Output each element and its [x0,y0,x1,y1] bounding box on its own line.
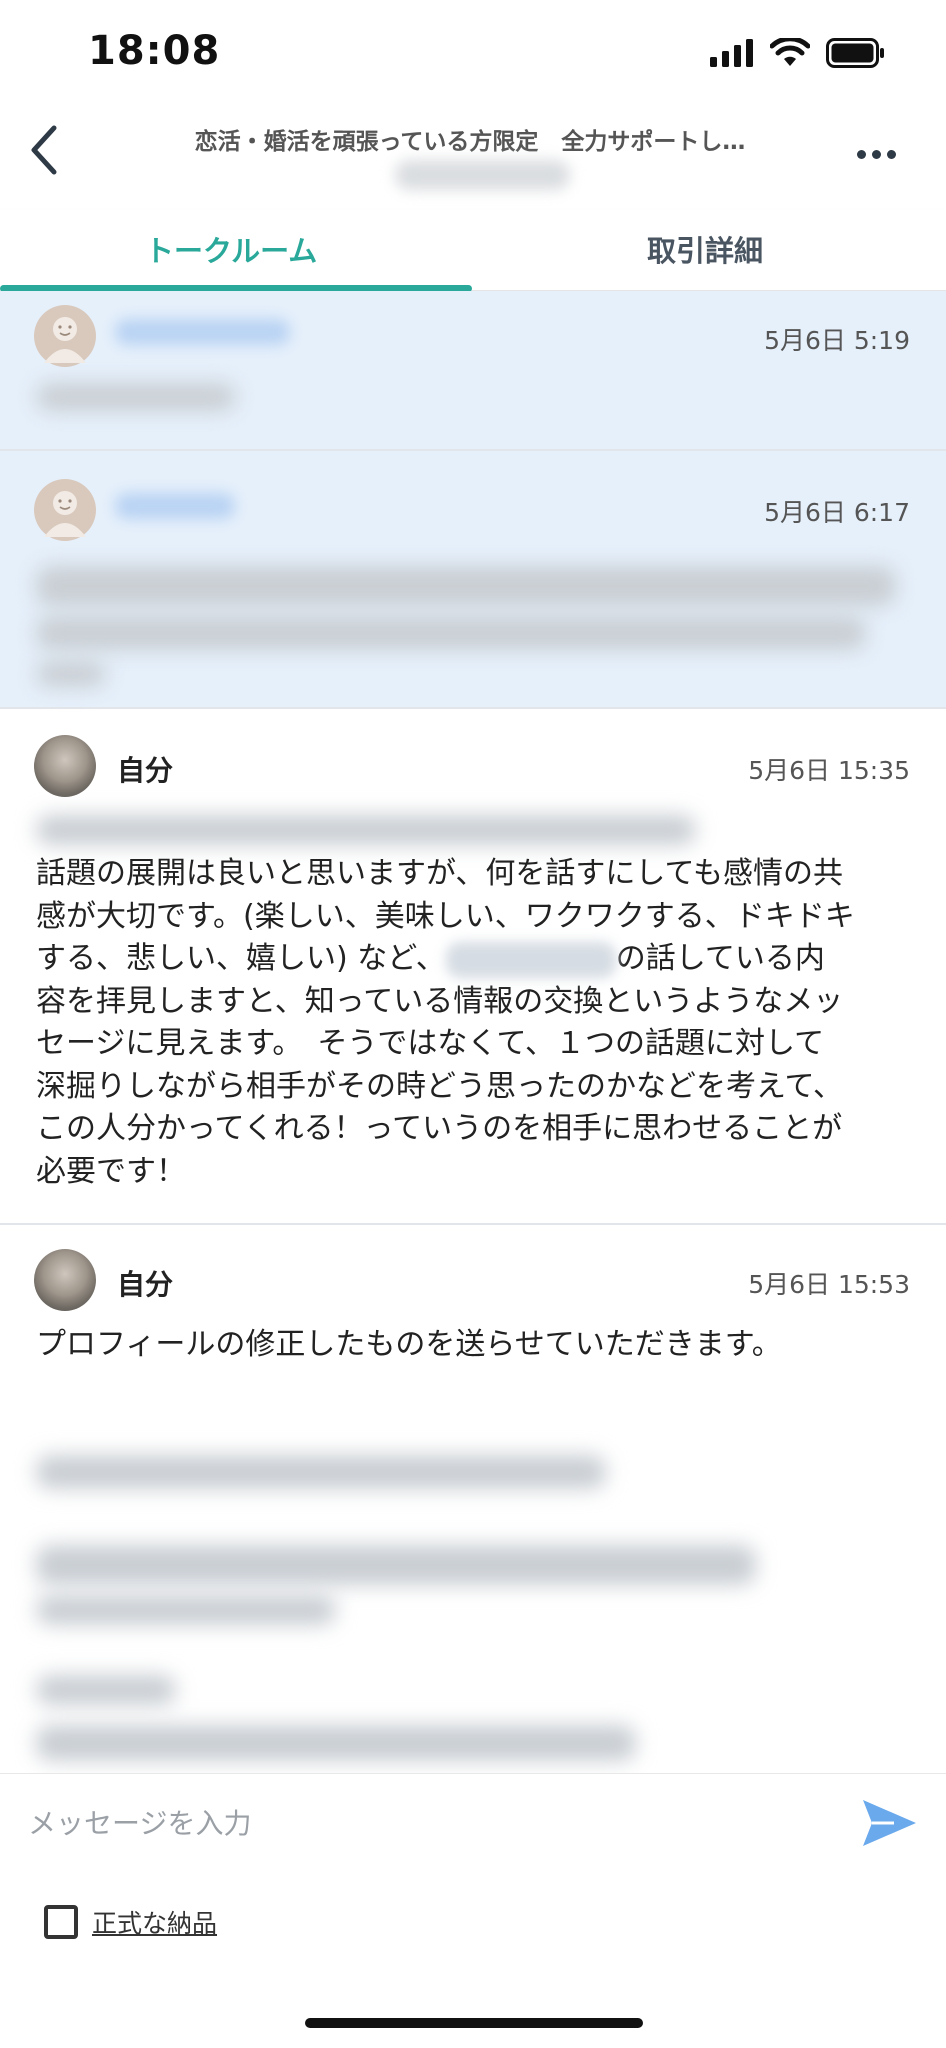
official-delivery-row: 正式な納品 [44,1904,217,1940]
sender-name: 自分 [117,754,174,787]
status-time: 18:08 [88,28,221,74]
message-item: 5月6日 5:19 [0,291,946,451]
page-title: 恋活・婚活を頑張っている方限定 全力サポートし… [194,129,746,155]
message-text-redacted [36,815,696,845]
message-text-redacted [36,616,866,650]
message-timestamp: 5月6日 15:35 [748,756,910,785]
official-delivery-label[interactable]: 正式な納品 [92,1904,217,1940]
message-item: 5月6日 6:17 [0,451,946,709]
redacted-name [445,941,616,978]
message-timestamp: 5月6日 15:53 [748,1270,910,1299]
message-input[interactable]: メッセージを入力 [28,1802,251,1842]
message-text-redacted [36,661,106,687]
tab-transaction-details[interactable]: 取引詳細 [647,228,763,270]
signal-icon [710,39,753,67]
message-text-redacted [36,1675,176,1705]
message-text-redacted [36,383,236,411]
avatar [34,1249,96,1311]
message-item: 自分 5月6日 15:35 話題の展開は良いと思いますが、何を話すにしても感情の… [0,709,946,1225]
tab-talk-room[interactable]: トークルーム [145,228,317,270]
nav-header: 恋活・婚活を頑張っている方限定 全力サポートし… [0,100,946,210]
message-input-bar: メッセージを入力 [0,1773,946,1874]
more-dots-icon[interactable] [857,150,896,159]
message-text-redacted [36,566,896,606]
message-text-redacted [36,1595,336,1625]
message-text-redacted [36,1545,756,1585]
message-timestamp: 5月6日 6:17 [764,498,910,527]
message-timestamp: 5月6日 5:19 [764,326,910,355]
status-icons [710,38,886,68]
message-item: 自分 5月6日 15:53 プロフィールの修正したものを送らせていただきます。 [0,1225,946,1773]
wifi-icon [770,38,810,66]
sender-name-redacted [115,493,235,519]
avatar [34,305,96,367]
sender-name: 自分 [117,1268,174,1301]
tab-bar: トークルーム 取引詳細 [0,210,946,292]
message-text: プロフィールの修正したものを送らせていただきます。 [36,1327,782,1362]
avatar [34,735,96,797]
official-delivery-checkbox[interactable] [44,1905,78,1939]
send-icon[interactable] [860,1794,918,1852]
default-avatar-icon [44,317,86,363]
sender-name-redacted [115,319,290,345]
default-avatar-icon [44,491,86,537]
avatar [34,479,96,541]
page-subtitle-redacted [395,160,570,190]
status-bar: 18:08 [0,0,946,100]
message-text: 話題の展開は良いと思いますが、何を話すにしても感情の共 感が大切です。(楽しい、… [36,856,855,1189]
back-chevron-icon[interactable] [24,120,64,180]
home-indicator [305,2018,643,2028]
message-text-redacted [36,1455,606,1489]
battery-icon [826,38,884,68]
message-text-redacted [36,1725,636,1761]
